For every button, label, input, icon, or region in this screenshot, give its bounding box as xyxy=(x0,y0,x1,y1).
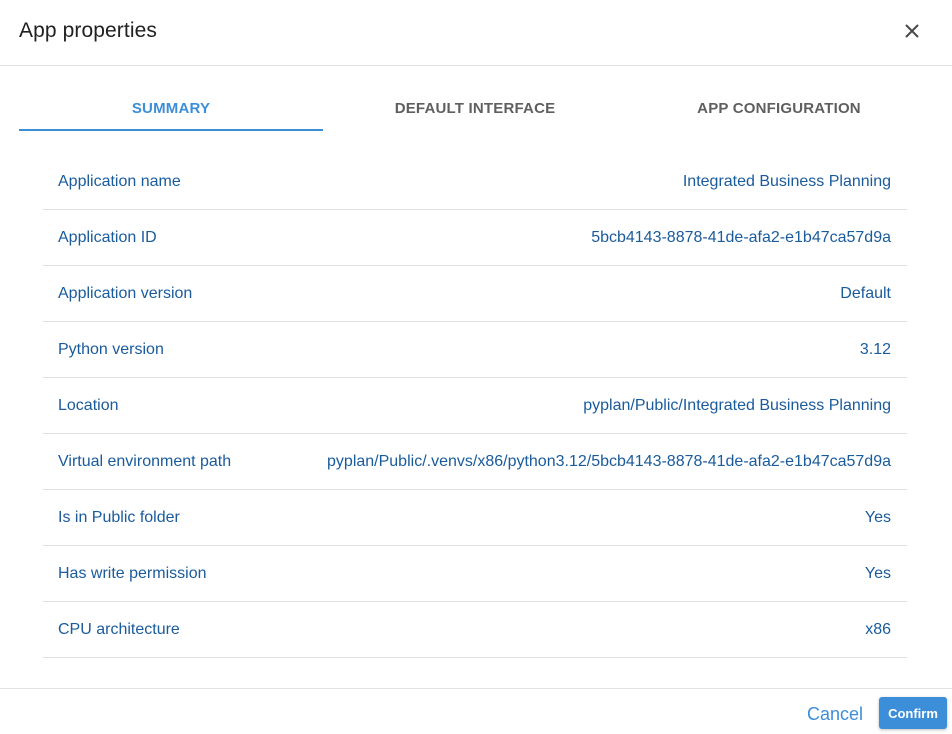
confirm-button[interactable]: Confirm xyxy=(879,697,947,729)
property-row-is-in-public-folder: Is in Public folder Yes xyxy=(43,490,907,546)
tab-default-interface[interactable]: DEFAULT INTERFACE xyxy=(323,86,627,130)
property-label: Application ID xyxy=(58,228,157,246)
property-row-location: Location pyplan/Public/Integrated Busine… xyxy=(43,378,907,434)
tab-summary[interactable]: SUMMARY xyxy=(19,86,323,130)
property-row-application-id: Application ID 5bcb4143-8878-41de-afa2-e… xyxy=(43,210,907,266)
property-value: pyplan/Public/Integrated Business Planni… xyxy=(583,396,891,414)
property-value: 5bcb4143-8878-41de-afa2-e1b47ca57d9a xyxy=(591,228,891,246)
property-label: CPU architecture xyxy=(58,620,180,638)
dialog-footer: Cancel Confirm xyxy=(0,688,952,734)
property-value: Default xyxy=(840,284,891,302)
property-row-application-version: Application version Default xyxy=(43,266,907,322)
tab-app-configuration[interactable]: APP CONFIGURATION xyxy=(627,86,931,130)
dialog-title: App properties xyxy=(19,19,157,42)
property-row-cpu-architecture: CPU architecture x86 xyxy=(43,602,907,658)
property-value: pyplan/Public/.venvs/x86/python3.12/5bcb… xyxy=(327,452,891,470)
property-label: Location xyxy=(58,396,119,414)
cancel-button[interactable]: Cancel xyxy=(797,699,873,729)
property-value: x86 xyxy=(865,620,891,638)
property-value: Yes xyxy=(864,508,891,526)
property-value: 3.12 xyxy=(859,340,891,358)
app-properties-dialog: App properties SUMMARY DEFAULT INTERFACE… xyxy=(0,0,952,734)
tab-bar: SUMMARY DEFAULT INTERFACE APP CONFIGURAT… xyxy=(19,86,931,132)
dialog-header: App properties xyxy=(0,0,952,66)
property-row-python-version: Python version 3.12 xyxy=(43,322,907,378)
property-label: Application version xyxy=(58,284,193,302)
property-row-has-write-permission: Has write permission Yes xyxy=(43,546,907,602)
close-button[interactable] xyxy=(898,17,926,45)
property-value: Integrated Business Planning xyxy=(682,172,891,190)
property-label: Application name xyxy=(58,172,181,190)
property-row-virtual-environment-path: Virtual environment path pyplan/Public/.… xyxy=(43,434,907,490)
close-icon xyxy=(905,24,919,38)
property-row-application-name: Application name Integrated Business Pla… xyxy=(43,154,907,210)
active-tab-indicator xyxy=(19,129,323,131)
property-value: Yes xyxy=(864,564,891,582)
properties-list: Application name Integrated Business Pla… xyxy=(43,154,907,658)
property-label: Virtual environment path xyxy=(58,452,232,470)
property-label: Is in Public folder xyxy=(58,508,180,526)
property-label: Python version xyxy=(58,340,164,358)
property-label: Has write permission xyxy=(58,564,207,582)
